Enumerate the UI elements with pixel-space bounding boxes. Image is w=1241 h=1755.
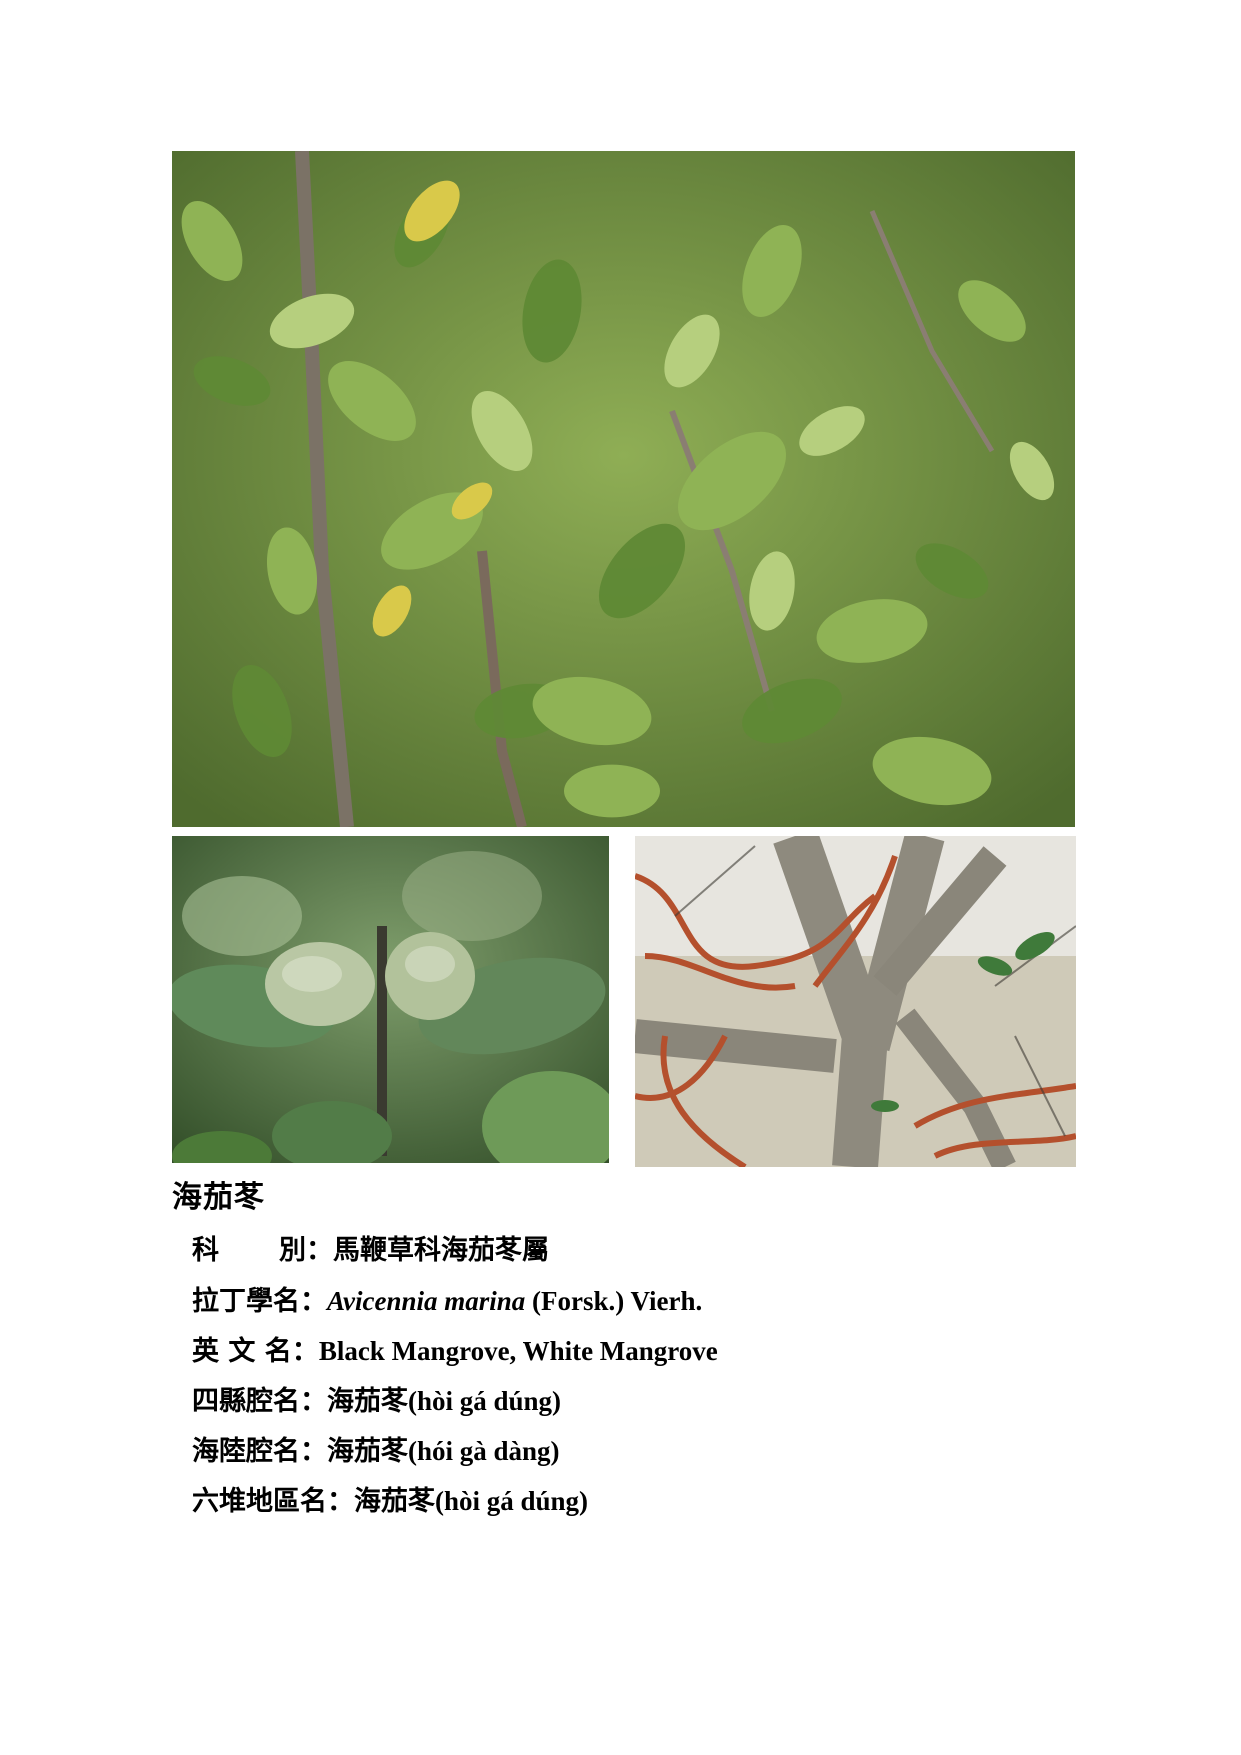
- liudui-label: 六堆地區名：: [192, 1486, 354, 1517]
- family-value: 馬鞭草科海茄苳屬: [333, 1235, 549, 1266]
- row-liudui: 六堆地區名：海茄苳(hòi gá dúng): [192, 1476, 718, 1526]
- liudui-roman: (hòi gá dúng): [435, 1486, 589, 1516]
- hailu-label: 海陸腔名：: [192, 1436, 327, 1467]
- row-hailu: 海陸腔名：海茄苳(hói gà dàng): [192, 1426, 718, 1476]
- liudui-name: 海茄苳: [354, 1486, 435, 1517]
- trunk-photo: [635, 836, 1076, 1167]
- english-label: 英 文 名：: [192, 1336, 319, 1367]
- leaves-photo: [172, 151, 1075, 827]
- row-sixian: 四縣腔名：海茄苳(hòi gá dúng): [192, 1376, 718, 1426]
- hailu-name: 海茄苳: [327, 1436, 408, 1467]
- family-label-a: 科: [192, 1235, 279, 1266]
- fruit-photo: [172, 836, 609, 1163]
- latin-label: 拉丁學名：: [192, 1286, 327, 1317]
- family-label-b: 別：: [279, 1235, 333, 1266]
- row-latin: 拉丁學名：Avicennia marina (Forsk.) Vierh.: [192, 1276, 718, 1326]
- sixian-roman: (hòi gá dúng): [408, 1386, 562, 1416]
- english-value: Black Mangrove, White Mangrove: [318, 1336, 718, 1366]
- sixian-label: 四縣腔名：: [192, 1386, 327, 1417]
- hailu-roman: (hói gà dàng): [408, 1436, 560, 1466]
- sixian-name: 海茄苳: [327, 1386, 408, 1417]
- latin-authority: (Forsk.) Vierh.: [525, 1286, 703, 1316]
- latin-italic: Avicennia marina: [327, 1286, 526, 1316]
- row-english: 英 文 名：Black Mangrove, White Mangrove: [192, 1326, 718, 1376]
- row-family: 科別：馬鞭草科海茄苳屬: [192, 1226, 718, 1276]
- plant-info: 科別：馬鞭草科海茄苳屬 拉丁學名：Avicennia marina (Forsk…: [192, 1226, 718, 1526]
- plant-name: 海茄苳: [172, 1180, 265, 1215]
